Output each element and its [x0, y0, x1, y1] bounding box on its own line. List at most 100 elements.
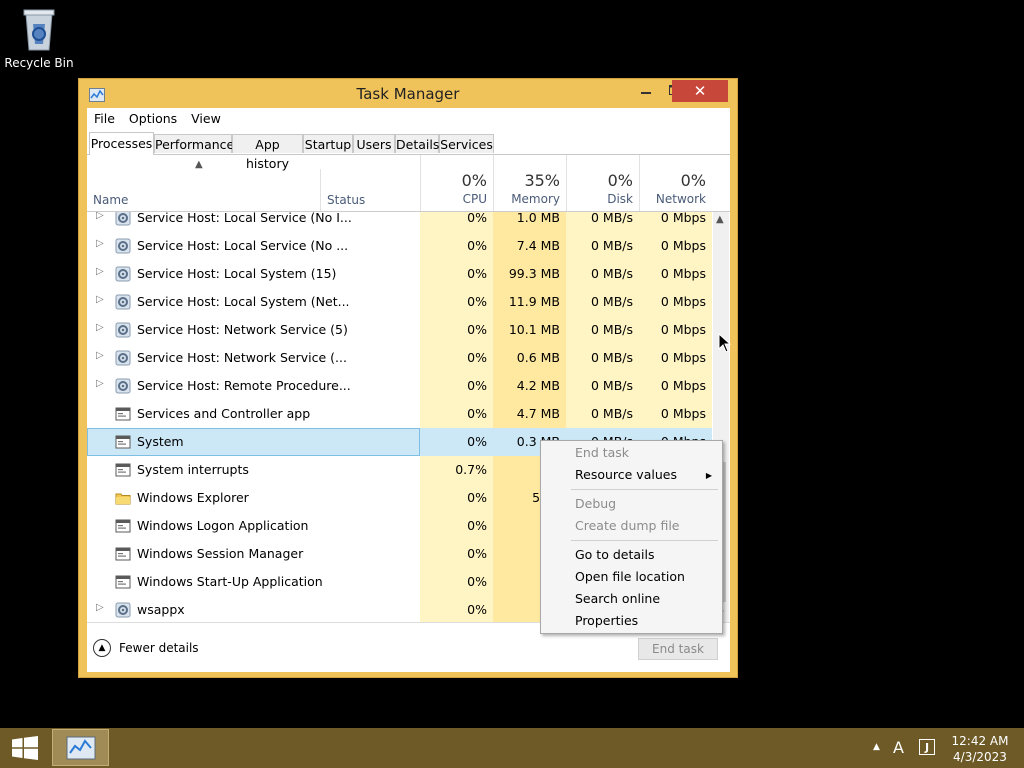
menu-view[interactable]: View [184, 108, 228, 130]
expand-chevron-icon[interactable]: ▷ [96, 322, 104, 333]
process-disk-value: 0 MB/s [590, 294, 633, 309]
column-disk[interactable]: 0% Disk [566, 155, 639, 211]
expand-chevron-icon[interactable]: ▷ [96, 212, 104, 221]
system-clock[interactable]: 12:42 AM 4/3/2023 [950, 733, 1010, 765]
expand-chevron-icon[interactable]: ▷ [96, 266, 104, 277]
network-column-label: Network [655, 192, 706, 206]
process-cpu-value: 0% [467, 434, 487, 449]
menu-item-debug[interactable]: Debug [575, 496, 616, 511]
process-network-value: 0 Mbps [660, 350, 706, 365]
process-network-value: 0 Mbps [660, 322, 706, 337]
process-network-value: 0 Mbps [660, 294, 706, 309]
end-task-button[interactable]: End task [638, 638, 718, 660]
gear-icon [115, 322, 131, 338]
taskbar: ▲ A J 12:42 AM 4/3/2023 [0, 728, 1024, 768]
task-manager-icon [66, 736, 95, 759]
process-name: Windows Session Manager [137, 546, 304, 561]
taskbar-task-manager-button[interactable] [52, 729, 109, 766]
process-name: Windows Logon Application [137, 518, 309, 533]
column-memory[interactable]: 35% Memory [493, 155, 566, 211]
title-bar[interactable]: Task Manager ✕ [79, 79, 737, 107]
minimize-button[interactable] [631, 79, 661, 101]
process-row[interactable]: ▷ Service Host: Local System (15) 0% 99.3 M… [87, 260, 712, 288]
process-cpu-value: 0% [467, 238, 487, 253]
tab-performance[interactable]: Performance [154, 134, 234, 153]
recycle-bin-shortcut[interactable]: Recycle Bin [4, 6, 74, 70]
process-name: Services and Controller app [137, 406, 311, 421]
scroll-up-icon[interactable]: ▲ [716, 214, 724, 225]
expand-chevron-icon[interactable]: ▷ [96, 350, 104, 361]
column-name[interactable]: Name [93, 193, 128, 207]
process-name: wsappx [137, 602, 185, 617]
clock-time: 12:42 AM [951, 734, 1009, 748]
tab-users[interactable]: Users [353, 134, 395, 153]
process-name: Service Host: Local Service (No ... [137, 238, 349, 253]
process-memory-value: 1.0 MB [516, 212, 560, 225]
process-cpu-value: 0% [467, 294, 487, 309]
column-network[interactable]: 0% Network [639, 155, 712, 211]
expand-chevron-icon[interactable]: ▷ [96, 602, 104, 613]
cpu-total-percent: 0% [461, 171, 487, 190]
process-row[interactable]: Services and Controller app 0% 4.7 MB 0 MB/… [87, 400, 712, 428]
fewer-details-button[interactable]: ▲ Fewer details [93, 639, 199, 657]
tab-app-history[interactable]: App history [232, 134, 303, 171]
sort-arrow-icon[interactable]: ▲ [195, 159, 203, 170]
column-separator [320, 169, 321, 211]
process-name: System interrupts [137, 462, 249, 477]
menu-item-create-dump-file[interactable]: Create dump file [575, 518, 680, 533]
menu-item-go-to-details[interactable]: Go to details [575, 547, 654, 562]
app-window-icon [115, 434, 131, 450]
process-row[interactable]: ▷ Service Host: Network Service (5) 0% 10.1… [87, 316, 712, 344]
process-network-value: 0 Mbps [660, 406, 706, 421]
process-cpu-value: 0% [467, 378, 487, 393]
process-cpu-value: 0% [467, 574, 487, 589]
process-row[interactable]: ▷ Service Host: Local Service (No I... 0% 1… [87, 212, 712, 232]
ime-mode-icon[interactable]: J [919, 739, 935, 755]
expand-chevron-icon[interactable]: ▷ [96, 378, 104, 389]
column-header: ▲ Name Status 0% CPU 35% Memory 0% Disk … [87, 155, 730, 212]
start-button[interactable] [12, 736, 38, 763]
process-cpu-value: 0% [467, 212, 487, 225]
process-network-value: 0 Mbps [660, 378, 706, 393]
memory-total-percent: 35% [524, 171, 560, 190]
menu-item-resource-values[interactable]: Resource values [575, 467, 677, 482]
process-row[interactable]: ▷ Service Host: Remote Procedure... 0% 4.2 … [87, 372, 712, 400]
tab-details[interactable]: Details [395, 134, 439, 153]
input-method-indicator[interactable]: A [893, 738, 904, 757]
menu-separator [571, 540, 718, 541]
context-menu: End task Resource values ▶ Debug Create … [540, 440, 723, 634]
expand-chevron-icon[interactable]: ▷ [96, 294, 104, 305]
process-name: Service Host: Network Service (... [137, 350, 347, 365]
menu-options[interactable]: Options [122, 108, 184, 130]
gear-icon [115, 602, 131, 618]
process-memory-value: 10.1 MB [508, 322, 560, 337]
gear-icon [115, 294, 131, 310]
process-row[interactable]: ▷ Service Host: Network Service (... 0% 0.6… [87, 344, 712, 372]
menu-item-properties[interactable]: Properties [575, 613, 638, 628]
column-status[interactable]: Status [327, 193, 365, 207]
gear-icon [115, 350, 131, 366]
process-memory-value: 4.2 MB [516, 378, 560, 393]
cpu-column-label: CPU [462, 192, 487, 206]
column-cpu[interactable]: 0% CPU [420, 155, 493, 211]
process-name: Windows Start-Up Application [137, 574, 323, 589]
process-row[interactable]: ▷ Service Host: Local Service (No ... 0% 7.… [87, 232, 712, 260]
disk-column-label: Disk [607, 192, 633, 206]
folder-icon [115, 490, 131, 506]
show-hidden-icons-icon[interactable]: ▲ [873, 742, 880, 752]
process-name: Service Host: Local System (15) [137, 266, 337, 281]
menu-item-end-task[interactable]: End task [575, 445, 629, 460]
process-network-value: 0 Mbps [660, 212, 706, 225]
tab-processes[interactable]: Processes [89, 132, 154, 155]
menu-item-open-file-location[interactable]: Open file location [575, 569, 685, 584]
menu-item-search-online[interactable]: Search online [575, 591, 660, 606]
minimize-icon [641, 92, 651, 94]
expand-chevron-icon[interactable]: ▷ [96, 238, 104, 249]
process-row[interactable]: ▷ Service Host: Local System (Net... 0% 11.… [87, 288, 712, 316]
menu-file[interactable]: File [87, 108, 122, 130]
app-window-icon [115, 518, 131, 534]
process-name: Service Host: Remote Procedure... [137, 378, 351, 393]
close-button[interactable]: ✕ [672, 80, 728, 102]
tab-services[interactable]: Services [439, 134, 494, 153]
tab-startup[interactable]: Startup [303, 134, 353, 153]
